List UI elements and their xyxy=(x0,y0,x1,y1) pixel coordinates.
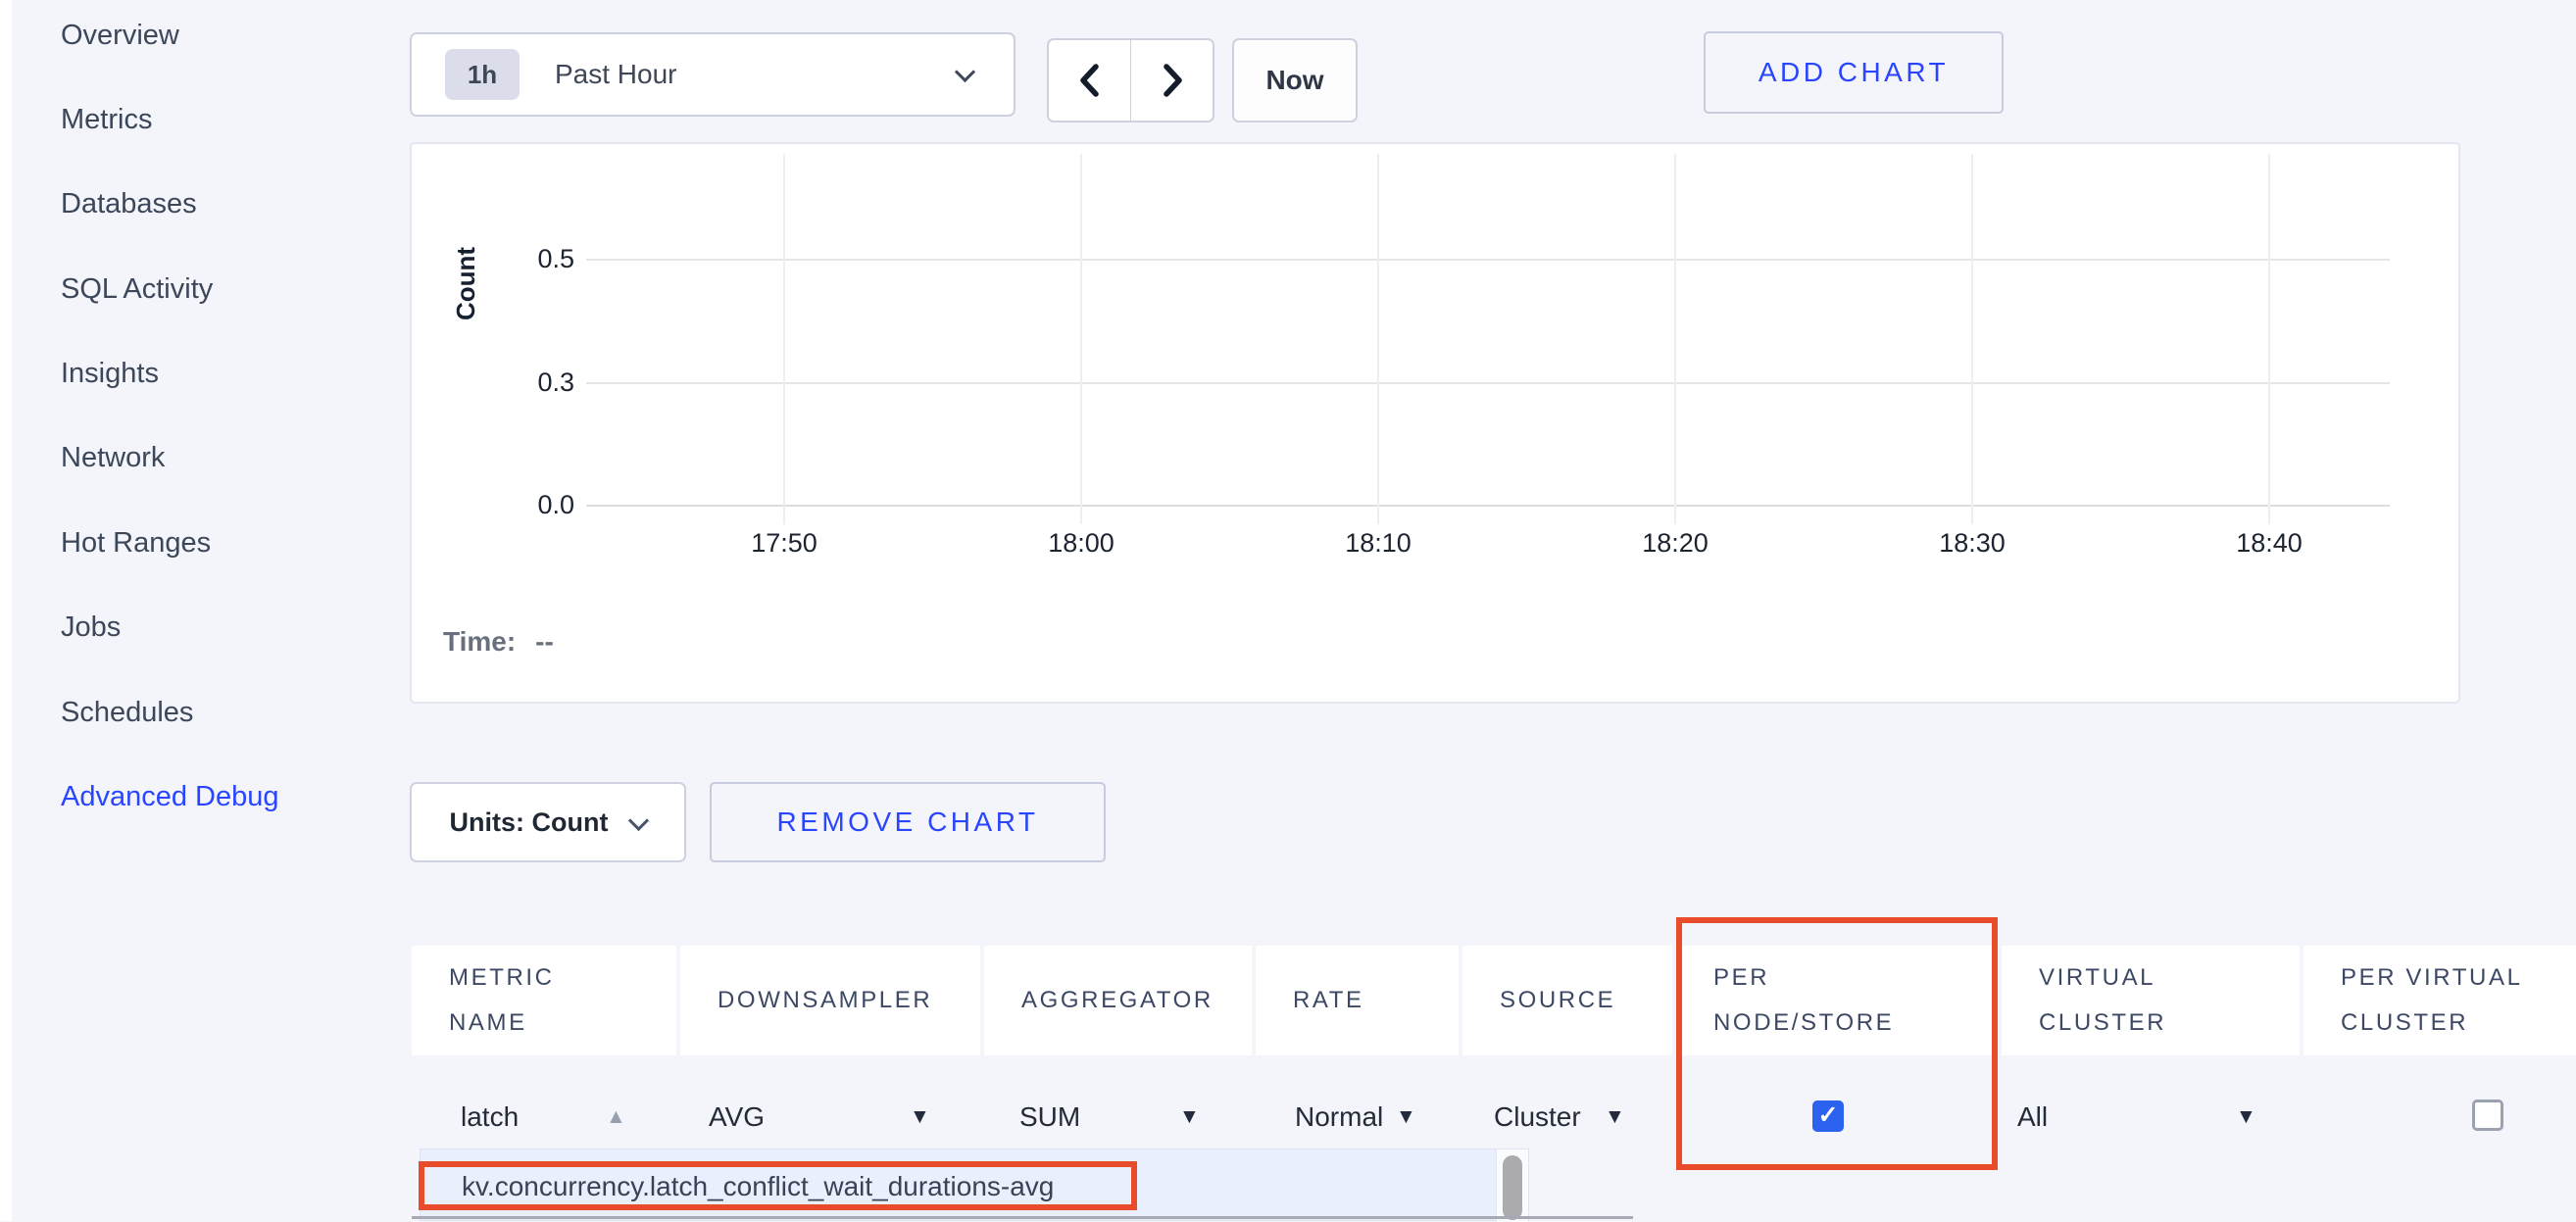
downsampler-select[interactable]: AVG xyxy=(709,1100,765,1135)
remove-chart-button[interactable]: REMOVE CHART xyxy=(710,782,1106,862)
caret-down-icon[interactable]: ▼ xyxy=(1179,1100,1200,1135)
sidebar-item-sql-activity[interactable]: SQL Activity xyxy=(61,272,213,306)
units-select-label: Units: Count xyxy=(450,807,609,838)
column-header-virtual-cluster: VIRTUAL CLUSTER xyxy=(2002,946,2300,1055)
aggregator-select[interactable]: SUM xyxy=(1019,1100,1080,1135)
caret-down-icon[interactable]: ▼ xyxy=(1605,1100,1625,1135)
per-node-store-checkbox[interactable] xyxy=(1812,1100,1844,1132)
chevron-left-icon xyxy=(1075,62,1105,99)
x-tick-label: 18:10 xyxy=(1319,528,1437,559)
sidebar-item-databases[interactable]: Databases xyxy=(61,187,197,220)
sidebar-item-advanced-debug[interactable]: Advanced Debug xyxy=(61,780,279,813)
left-gutter xyxy=(0,0,12,1221)
gridline-vertical xyxy=(1377,154,1379,524)
column-header-rate: RATE xyxy=(1256,946,1459,1055)
metric-autocomplete-dropdown: kv.concurrency.latch_conflict_wait_durat… xyxy=(420,1149,1529,1221)
column-header-metric-name: METRIC NAME xyxy=(412,946,676,1055)
sidebar-item-insights[interactable]: Insights xyxy=(61,357,159,390)
time-range-select[interactable]: 1h Past Hour xyxy=(410,32,1016,117)
gridline-horizontal-baseline xyxy=(586,505,2390,507)
caret-down-icon[interactable]: ▼ xyxy=(910,1100,930,1135)
time-value: -- xyxy=(535,626,554,657)
now-button[interactable]: Now xyxy=(1232,38,1358,122)
chevron-down-icon xyxy=(955,61,975,81)
column-header-per-virtual-cluster: PER VIRTUAL CLUSTER xyxy=(2304,946,2576,1055)
time-label: Time: xyxy=(443,626,516,657)
x-tick-label: 18:00 xyxy=(1022,528,1140,559)
chart-panel: Count 0.5 0.3 0.0 17:50 18:00 18:10 18:2… xyxy=(410,142,2460,704)
autocomplete-option[interactable]: kv.concurrency.latch_conflict_wait_durat… xyxy=(462,1171,1054,1202)
gridline-vertical xyxy=(2268,154,2270,524)
sidebar-item-overview[interactable]: Overview xyxy=(61,19,179,52)
caret-down-icon[interactable]: ▼ xyxy=(1396,1100,1416,1135)
dropdown-scrollbar[interactable] xyxy=(1496,1149,1528,1222)
chevron-down-icon xyxy=(628,809,649,830)
gridline-horizontal xyxy=(586,259,2390,261)
chart-hover-time: Time: -- xyxy=(443,626,554,658)
column-header-source: SOURCE xyxy=(1462,946,1672,1055)
caret-up-icon[interactable]: ▲ xyxy=(606,1100,626,1135)
sidebar-item-metrics[interactable]: Metrics xyxy=(61,103,152,136)
source-select[interactable]: Cluster xyxy=(1494,1100,1581,1135)
gridline-vertical xyxy=(1971,154,1973,524)
dropdown-item-divider xyxy=(412,1216,1633,1219)
virtual-cluster-select[interactable]: All xyxy=(2017,1100,2048,1135)
time-prev-button[interactable] xyxy=(1047,38,1131,122)
time-next-button[interactable] xyxy=(1130,38,1214,122)
chart-y-axis-label: Count xyxy=(451,205,481,362)
units-select[interactable]: Units: Count xyxy=(410,782,686,862)
sidebar-item-schedules[interactable]: Schedules xyxy=(61,696,193,729)
rate-select[interactable]: Normal xyxy=(1295,1100,1383,1135)
column-header-downsampler: DOWNSAMPLER xyxy=(680,946,980,1055)
per-virtual-cluster-checkbox[interactable] xyxy=(2472,1100,2503,1131)
column-header-per-node-store: PER NODE/STORE xyxy=(1676,946,1998,1055)
chevron-right-icon xyxy=(1158,62,1187,99)
sidebar-item-jobs[interactable]: Jobs xyxy=(61,611,121,644)
gridline-horizontal xyxy=(586,382,2390,384)
x-tick-label: 17:50 xyxy=(725,528,843,559)
gridline-vertical xyxy=(1674,154,1676,524)
x-tick-label: 18:30 xyxy=(1913,528,2031,559)
x-tick-label: 18:20 xyxy=(1616,528,1734,559)
time-range-badge: 1h xyxy=(445,49,520,100)
sidebar-item-network[interactable]: Network xyxy=(61,441,165,474)
gridline-vertical xyxy=(783,154,785,524)
add-chart-button[interactable]: ADD CHART xyxy=(1704,31,2004,114)
caret-down-icon[interactable]: ▼ xyxy=(2236,1100,2256,1135)
time-range-label: Past Hour xyxy=(555,59,677,90)
y-tick-label: 0.3 xyxy=(506,367,574,398)
gridline-vertical xyxy=(1080,154,1082,524)
y-tick-label: 0.5 xyxy=(506,243,574,274)
x-tick-label: 18:40 xyxy=(2210,528,2328,559)
sidebar-item-hot-ranges[interactable]: Hot Ranges xyxy=(61,526,211,560)
y-tick-label: 0.0 xyxy=(506,489,574,520)
column-header-aggregator: AGGREGATOR xyxy=(984,946,1252,1055)
dropdown-scrollbar-thumb[interactable] xyxy=(1503,1155,1522,1220)
metric-name-input[interactable]: latch xyxy=(461,1100,519,1135)
